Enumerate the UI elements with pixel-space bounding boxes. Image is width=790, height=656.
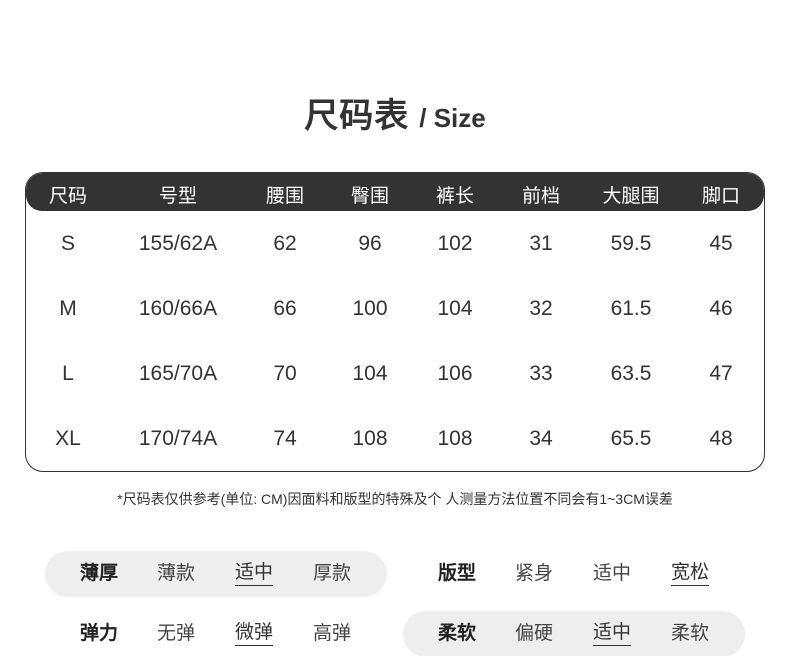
table-cell: 32 bbox=[529, 297, 553, 320]
table-cell: XL bbox=[55, 427, 81, 450]
elasticity-option-none: 无弹 bbox=[157, 623, 196, 644]
header-rise: 前档 bbox=[521, 186, 561, 207]
softness-label: 柔软 bbox=[438, 623, 477, 644]
table-cell: 65.5 bbox=[610, 427, 652, 450]
softness-option-hard: 偏硬 bbox=[515, 623, 554, 644]
table-cell: 155/62A bbox=[138, 232, 218, 255]
table-cell: 48 bbox=[709, 427, 733, 450]
table-row: L 165/70A 70 104 106 33 63.5 47 bbox=[26, 354, 764, 394]
thickness-option-thin: 薄款 bbox=[157, 563, 196, 584]
fit-option-loose: 宽松 bbox=[671, 561, 710, 586]
thickness-label: 薄厚 bbox=[80, 563, 119, 584]
table-cell: S bbox=[60, 232, 76, 255]
table-cell: 47 bbox=[709, 362, 733, 385]
table-cell: 96 bbox=[358, 232, 382, 255]
thickness-option-medium: 适中 bbox=[235, 561, 274, 586]
title-en: / Size bbox=[419, 103, 486, 133]
table-cell: 63.5 bbox=[610, 362, 652, 385]
header-size: 尺码 bbox=[48, 186, 88, 207]
fit-option-medium: 适中 bbox=[593, 563, 632, 584]
table-cell: 74 bbox=[273, 427, 297, 450]
table-cell: M bbox=[59, 297, 77, 320]
size-table: 尺码 号型 腰围 臀围 裤长 前档 大腿围 脚口 S 155/62A 62 96… bbox=[25, 172, 765, 472]
table-cell: 45 bbox=[709, 232, 733, 255]
table-row: XL 170/74A 74 108 108 34 65.5 48 bbox=[26, 419, 764, 459]
table-cell: 62 bbox=[273, 232, 297, 255]
elasticity-option-slight: 微弹 bbox=[235, 621, 274, 646]
table-cell: 34 bbox=[529, 427, 553, 450]
table-cell: 59.5 bbox=[610, 232, 652, 255]
header-length: 裤长 bbox=[435, 186, 475, 207]
table-cell: 170/74A bbox=[138, 427, 218, 450]
header-thigh: 大腿围 bbox=[602, 186, 660, 207]
header-waist: 腰围 bbox=[265, 186, 305, 207]
table-cell: 61.5 bbox=[610, 297, 652, 320]
table-cell: 66 bbox=[273, 297, 297, 320]
softness-option-soft: 柔软 bbox=[671, 623, 710, 644]
table-row: S 155/62A 62 96 102 31 59.5 45 bbox=[26, 224, 764, 264]
thickness-option-thick: 厚款 bbox=[313, 563, 352, 584]
table-cell: 33 bbox=[529, 362, 553, 385]
page-title: 尺码表 / Size bbox=[0, 88, 790, 137]
table-cell: 165/70A bbox=[138, 362, 218, 385]
header-hem: 脚口 bbox=[701, 186, 741, 207]
table-cell: 100 bbox=[352, 297, 388, 320]
fit-label: 版型 bbox=[438, 563, 477, 584]
table-cell: 102 bbox=[437, 232, 473, 255]
softness-option-medium: 适中 bbox=[593, 621, 632, 646]
header-hip: 臀围 bbox=[350, 186, 390, 207]
table-cell: 108 bbox=[437, 427, 473, 450]
header-model: 号型 bbox=[158, 186, 198, 207]
table-cell: 160/66A bbox=[138, 297, 218, 320]
table-cell: 106 bbox=[437, 362, 473, 385]
elasticity-label: 弹力 bbox=[80, 623, 119, 644]
table-cell: 104 bbox=[437, 297, 473, 320]
table-cell: 46 bbox=[709, 297, 733, 320]
table-cell: 70 bbox=[273, 362, 297, 385]
table-cell: 104 bbox=[352, 362, 388, 385]
table-cell: 108 bbox=[352, 427, 388, 450]
table-cell: L bbox=[62, 362, 74, 385]
title-cn: 尺码表 bbox=[304, 97, 410, 135]
table-header: 尺码 号型 腰围 臀围 裤长 前档 大腿围 脚口 bbox=[26, 173, 764, 211]
elasticity-option-high: 高弹 bbox=[313, 623, 352, 644]
table-row: M 160/66A 66 100 104 32 61.5 46 bbox=[26, 289, 764, 329]
disclaimer-note: *尺码表仅供参考(单位: CM)因面料和版型的特殊及个 人测量方法位置不同会有1… bbox=[117, 491, 673, 507]
table-cell: 31 bbox=[529, 232, 553, 255]
fit-option-tight: 紧身 bbox=[515, 563, 554, 584]
